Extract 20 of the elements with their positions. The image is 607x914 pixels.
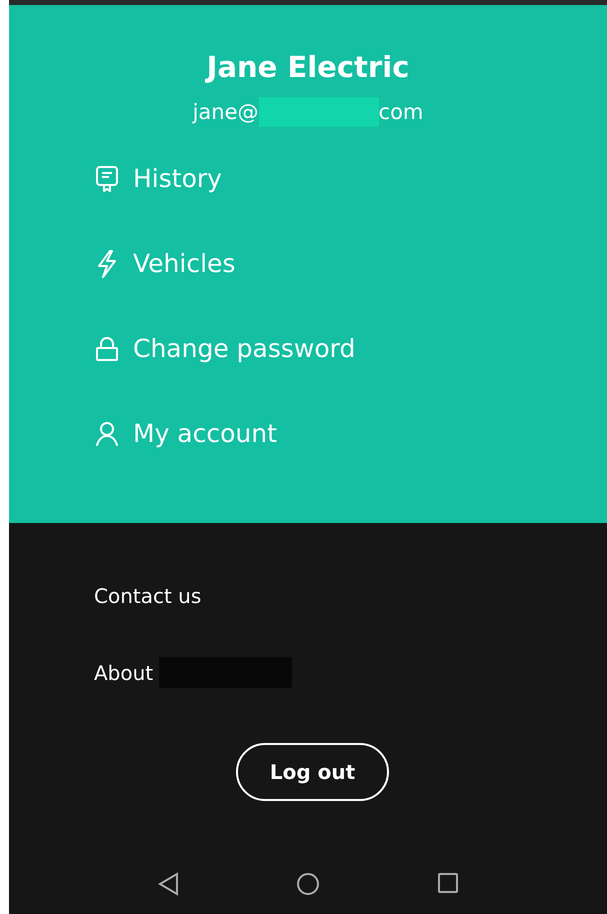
logout-button[interactable]: Log out: [236, 743, 389, 801]
home-button[interactable]: [296, 872, 320, 896]
footer-link[interactable]: About: [94, 658, 154, 688]
back-button[interactable]: [157, 872, 180, 896]
email-text: com: [378, 99, 424, 126]
footer-link[interactable]: Contact us: [94, 581, 202, 611]
certificate-icon: [95, 165, 119, 193]
lock-icon: [95, 336, 119, 362]
circle-icon: [296, 872, 320, 896]
email-text: jane@: [192, 99, 259, 126]
recents-button[interactable]: [436, 872, 459, 896]
menu-item[interactable]: Vehicles: [95, 244, 607, 284]
menu-item[interactable]: Change password: [95, 329, 607, 369]
triangle-icon: [157, 872, 180, 896]
menu-item[interactable]: History: [95, 159, 607, 199]
menu-item[interactable]: My account: [95, 414, 607, 454]
user-name: Jane Electric: [206, 49, 410, 86]
lightning-icon: [95, 249, 119, 279]
square-icon: [436, 872, 459, 894]
person-icon: [95, 421, 119, 447]
